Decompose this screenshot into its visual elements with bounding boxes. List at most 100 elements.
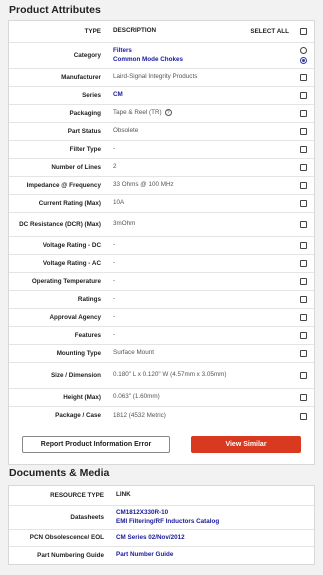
attribute-checkbox[interactable] — [299, 92, 307, 99]
attribute-checkbox[interactable] — [299, 372, 307, 379]
attribute-row: Package / Case 1812 (4532 Metric) — [9, 407, 314, 425]
attribute-row: Operating Temperature - — [9, 273, 314, 291]
attribute-value: Tape & Reel (TR) — [113, 109, 162, 117]
attribute-checkbox[interactable] — [299, 200, 307, 207]
view-similar-button[interactable]: View Similar — [191, 436, 301, 453]
attribute-checkbox[interactable] — [299, 350, 307, 357]
attribute-row: DC Resistance (DCR) (Max) 3mOhm — [9, 213, 314, 237]
attribute-value: - — [113, 295, 116, 303]
attribute-value: - — [113, 331, 116, 339]
attribute-checkbox[interactable] — [299, 296, 307, 303]
resource-link[interactable]: Part Number Guide — [116, 551, 314, 559]
attributes-header-row: TYPE DESCRIPTION SELECT ALL — [9, 21, 314, 43]
document-row: Datasheets CM1812X330R-10 EMI Filtering/RF… — [9, 506, 314, 530]
attribute-checkbox[interactable] — [299, 412, 307, 420]
attribute-value-link[interactable]: Filters — [113, 47, 292, 55]
attribute-radio[interactable] — [299, 47, 307, 54]
attribute-value: 10A — [113, 199, 125, 207]
resource-type: Datasheets — [70, 513, 104, 521]
attribute-value: - — [113, 259, 116, 267]
resource-links: Part Number Guide — [110, 551, 314, 559]
attribute-row: Impedance @ Frequency 33 Ohms @ 100 MHz — [9, 177, 314, 195]
attribute-type: Category — [73, 51, 101, 59]
resource-type: Part Numbering Guide — [37, 551, 104, 559]
attribute-value-list[interactable]: Filters Common Mode Chokes — [107, 47, 292, 63]
attribute-checkbox[interactable] — [299, 332, 307, 339]
attribute-checkbox[interactable] — [299, 314, 307, 321]
attribute-row: Height (Max) 0.063" (1.60mm) — [9, 389, 314, 407]
link-column-header: LINK — [116, 491, 131, 499]
attribute-row: Size / Dimension 0.180" L x 0.120" W (4.5… — [9, 363, 314, 389]
attribute-checkbox[interactable] — [299, 110, 307, 117]
report-error-button[interactable]: Report Product Information Error — [22, 436, 170, 453]
attribute-checkbox[interactable] — [299, 128, 307, 135]
attribute-row: Ratings - — [9, 291, 314, 309]
description-column-header: DESCRIPTION — [113, 27, 157, 35]
attribute-row: Features - — [9, 327, 314, 345]
select-all-label: SELECT ALL — [250, 28, 289, 35]
resource-type-column-header: RESOURCE TYPE — [50, 491, 104, 499]
attribute-value-link[interactable]: CM — [113, 91, 123, 98]
attribute-type: Mounting Type — [56, 349, 101, 357]
attribute-type: DC Resistance (DCR) (Max) — [19, 220, 101, 228]
resource-link[interactable]: CM Series 02/Nov/2012 — [116, 534, 314, 542]
attribute-value: - — [113, 277, 116, 285]
attribute-value: 0.063" (1.60mm) — [113, 393, 160, 401]
attribute-type: Approval Agency — [49, 313, 101, 321]
resource-link[interactable]: CM1812X330R-10 — [116, 509, 314, 517]
attribute-value: 1812 (4532 Metric) — [113, 411, 166, 419]
attribute-row: Voltage Rating - AC - — [9, 255, 314, 273]
attribute-row: Current Rating (Max) 10A — [9, 195, 314, 213]
attribute-checkbox[interactable] — [299, 242, 307, 249]
attribute-type: Voltage Rating - AC — [42, 259, 101, 267]
attribute-checkbox[interactable] — [299, 221, 307, 228]
attribute-type: Voltage Rating - DC — [42, 241, 101, 249]
attribute-value: 3mOhm — [113, 220, 136, 228]
attribute-type: Current Rating (Max) — [38, 199, 101, 207]
attribute-value: 2 — [113, 163, 117, 171]
attribute-type: Manufacturer — [61, 73, 101, 81]
attribute-value: - — [113, 241, 116, 249]
resource-link[interactable]: EMI Filtering/RF Inductors Catalog — [116, 518, 314, 526]
attribute-type: Part Status — [67, 127, 101, 135]
attribute-value: Obsolete — [113, 127, 139, 135]
document-row: Part Numbering Guide Part Number Guide — [9, 547, 314, 564]
help-icon[interactable]: ? — [164, 109, 172, 117]
attribute-row: Part Status Obsolete — [9, 123, 314, 141]
attribute-checkbox[interactable] — [299, 164, 307, 171]
attribute-row: Approval Agency - — [9, 309, 314, 327]
attribute-value: 0.180" L x 0.120" W (4.57mm x 3.05mm) — [113, 371, 227, 379]
attribute-value: - — [113, 313, 116, 321]
attribute-row: Series CM — [9, 87, 314, 105]
attribute-row: Mounting Type Surface Mount — [9, 345, 314, 363]
attribute-row: Filter Type - — [9, 141, 314, 159]
resource-links: CM1812X330R-10 EMI Filtering/RF Inductors… — [110, 509, 314, 525]
document-row: PCN Obsolescence/ EOL CM Series 02/Nov/20… — [9, 530, 314, 547]
attribute-radio[interactable] — [299, 57, 307, 64]
attribute-type: Height (Max) — [63, 393, 101, 401]
resource-links: CM Series 02/Nov/2012 — [110, 534, 314, 542]
attribute-checkbox[interactable] — [299, 394, 307, 401]
attribute-value-link[interactable]: Common Mode Chokes — [113, 56, 292, 64]
attribute-value: 33 Ohms @ 100 MHz — [113, 181, 174, 189]
attribute-checkbox[interactable] — [299, 278, 307, 285]
attribute-type: Size / Dimension — [50, 371, 101, 379]
attribute-value: Laird-Signal Integrity Products — [113, 73, 198, 81]
attribute-checkbox[interactable] — [299, 146, 307, 153]
attribute-value: Surface Mount — [113, 349, 154, 357]
attribute-type: Packaging — [69, 109, 102, 117]
attribute-checkbox[interactable] — [299, 74, 307, 81]
select-all-checkbox[interactable] — [299, 28, 307, 35]
attribute-checkbox[interactable] — [299, 182, 307, 189]
attribute-type: Package / Case — [55, 412, 101, 420]
attribute-checkbox[interactable] — [299, 260, 307, 267]
product-attributes-title: Product Attributes — [9, 4, 101, 16]
type-column-header: TYPE — [84, 27, 101, 35]
attribute-row: Number of Lines 2 — [9, 159, 314, 177]
attribute-type: Ratings — [77, 295, 101, 303]
attribute-row: Category Filters Common Mode Chokes — [9, 43, 314, 69]
attribute-type: Number of Lines — [51, 163, 101, 171]
product-attributes-table: TYPE DESCRIPTION SELECT ALL Category Filt… — [8, 20, 315, 465]
attribute-type: Filter Type — [69, 145, 101, 153]
resource-type: PCN Obsolescence/ EOL — [29, 534, 104, 542]
